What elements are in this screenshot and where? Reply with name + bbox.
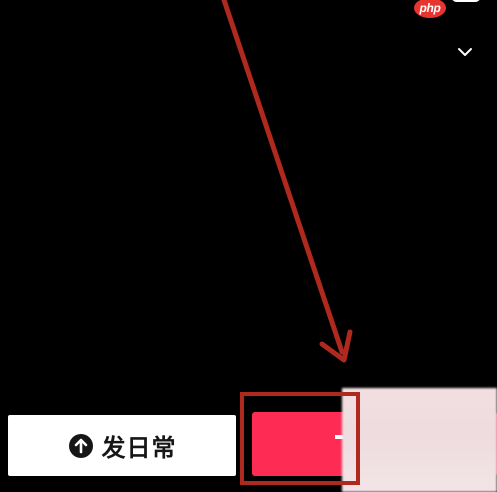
post-daily-label: 发日常	[101, 434, 177, 462]
php-watermark-badge: php	[414, 0, 446, 18]
upload-arrow-icon	[68, 433, 93, 458]
chevron-down-icon[interactable]	[456, 43, 474, 61]
status-pill-icon	[451, 0, 481, 2]
annotation-highlight-box	[240, 392, 360, 485]
blurred-overlay	[342, 388, 497, 492]
screen: php 发日常	[0, 0, 497, 492]
post-daily-button[interactable]: 发日常	[8, 415, 236, 476]
